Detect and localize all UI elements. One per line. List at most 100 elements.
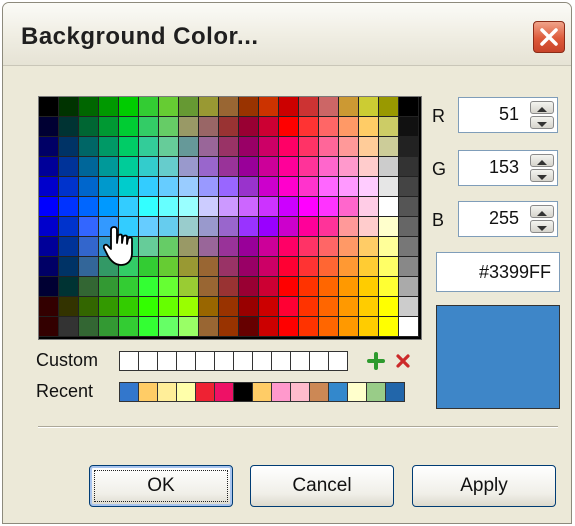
- palette-swatch[interactable]: [239, 117, 259, 137]
- palette-swatch[interactable]: [359, 277, 379, 297]
- palette-swatch[interactable]: [359, 137, 379, 157]
- palette-swatch[interactable]: [159, 217, 179, 237]
- palette-swatch[interactable]: [319, 97, 339, 117]
- palette-swatch[interactable]: [39, 217, 59, 237]
- palette-swatch[interactable]: [159, 297, 179, 317]
- palette-swatch[interactable]: [179, 277, 199, 297]
- palette-swatch[interactable]: [379, 97, 399, 117]
- palette-swatch[interactable]: [339, 217, 359, 237]
- palette-swatch[interactable]: [299, 177, 319, 197]
- g-value[interactable]: 153: [489, 157, 519, 178]
- palette-swatch[interactable]: [379, 277, 399, 297]
- palette-swatch[interactable]: [59, 297, 79, 317]
- palette-swatch[interactable]: [39, 97, 59, 117]
- palette-swatch[interactable]: [159, 97, 179, 117]
- custom-color-slot[interactable]: [214, 351, 234, 371]
- r-spinner[interactable]: 51: [458, 97, 558, 133]
- close-button[interactable]: [533, 21, 565, 53]
- palette-swatch[interactable]: [159, 197, 179, 217]
- palette-swatch[interactable]: [359, 117, 379, 137]
- recent-color-swatch[interactable]: [233, 382, 253, 402]
- palette-swatch[interactable]: [39, 297, 59, 317]
- palette-swatch[interactable]: [219, 257, 239, 277]
- palette-swatch[interactable]: [199, 137, 219, 157]
- palette-swatch[interactable]: [139, 237, 159, 257]
- palette-swatch[interactable]: [259, 217, 279, 237]
- palette-swatch[interactable]: [159, 177, 179, 197]
- palette-swatch[interactable]: [199, 117, 219, 137]
- palette-swatch[interactable]: [39, 157, 59, 177]
- palette-swatch[interactable]: [259, 157, 279, 177]
- palette-swatch[interactable]: [239, 97, 259, 117]
- cancel-button[interactable]: Cancel: [250, 465, 394, 507]
- x-icon[interactable]: [395, 353, 411, 369]
- palette-swatch[interactable]: [319, 197, 339, 217]
- palette-swatch[interactable]: [399, 257, 419, 277]
- palette-swatch[interactable]: [159, 157, 179, 177]
- palette-swatch[interactable]: [199, 277, 219, 297]
- palette-swatch[interactable]: [259, 237, 279, 257]
- palette-swatch[interactable]: [79, 137, 99, 157]
- palette-swatch[interactable]: [299, 97, 319, 117]
- palette-swatch[interactable]: [139, 137, 159, 157]
- palette-swatch[interactable]: [279, 137, 299, 157]
- palette-swatch[interactable]: [379, 177, 399, 197]
- palette-swatch[interactable]: [279, 317, 299, 337]
- palette-swatch[interactable]: [239, 297, 259, 317]
- palette-swatch[interactable]: [179, 177, 199, 197]
- palette-swatch[interactable]: [39, 317, 59, 337]
- custom-color-slot[interactable]: [252, 351, 272, 371]
- palette-swatch[interactable]: [119, 97, 139, 117]
- g-increment-button[interactable]: [530, 154, 554, 167]
- palette-swatch[interactable]: [99, 137, 119, 157]
- recent-color-swatch[interactable]: [252, 382, 272, 402]
- palette-swatch[interactable]: [39, 237, 59, 257]
- recent-color-swatch[interactable]: [176, 382, 196, 402]
- palette-swatch[interactable]: [79, 157, 99, 177]
- palette-swatch[interactable]: [219, 297, 239, 317]
- palette-swatch[interactable]: [339, 257, 359, 277]
- palette-swatch[interactable]: [259, 117, 279, 137]
- color-palette-grid[interactable]: [38, 96, 422, 340]
- palette-swatch[interactable]: [359, 197, 379, 217]
- palette-swatch[interactable]: [339, 277, 359, 297]
- palette-swatch[interactable]: [379, 237, 399, 257]
- palette-swatch[interactable]: [339, 157, 359, 177]
- palette-swatch[interactable]: [139, 197, 159, 217]
- palette-swatch[interactable]: [219, 177, 239, 197]
- palette-swatch[interactable]: [379, 197, 399, 217]
- palette-swatch[interactable]: [299, 217, 319, 237]
- palette-swatch[interactable]: [319, 217, 339, 237]
- palette-swatch[interactable]: [59, 97, 79, 117]
- palette-swatch[interactable]: [39, 197, 59, 217]
- palette-swatch[interactable]: [299, 237, 319, 257]
- palette-swatch[interactable]: [199, 297, 219, 317]
- palette-swatch[interactable]: [79, 257, 99, 277]
- palette-swatch[interactable]: [299, 117, 319, 137]
- palette-swatch[interactable]: [39, 257, 59, 277]
- palette-swatch[interactable]: [339, 197, 359, 217]
- palette-swatch[interactable]: [159, 237, 179, 257]
- r-value[interactable]: 51: [499, 104, 519, 125]
- custom-color-slot[interactable]: [290, 351, 310, 371]
- palette-swatch[interactable]: [99, 97, 119, 117]
- palette-swatch[interactable]: [199, 217, 219, 237]
- palette-swatch[interactable]: [139, 317, 159, 337]
- palette-swatch[interactable]: [179, 157, 199, 177]
- palette-swatch[interactable]: [179, 97, 199, 117]
- palette-swatch[interactable]: [179, 117, 199, 137]
- palette-swatch[interactable]: [319, 237, 339, 257]
- palette-swatch[interactable]: [159, 317, 179, 337]
- title-bar[interactable]: Background Color...: [3, 3, 571, 66]
- palette-swatch[interactable]: [39, 277, 59, 297]
- recent-color-swatch[interactable]: [290, 382, 310, 402]
- palette-swatch[interactable]: [79, 117, 99, 137]
- palette-swatch[interactable]: [299, 277, 319, 297]
- palette-swatch[interactable]: [299, 137, 319, 157]
- palette-swatch[interactable]: [79, 237, 99, 257]
- palette-swatch[interactable]: [99, 297, 119, 317]
- palette-swatch[interactable]: [359, 97, 379, 117]
- palette-swatch[interactable]: [239, 257, 259, 277]
- palette-swatch[interactable]: [279, 157, 299, 177]
- palette-swatch[interactable]: [379, 137, 399, 157]
